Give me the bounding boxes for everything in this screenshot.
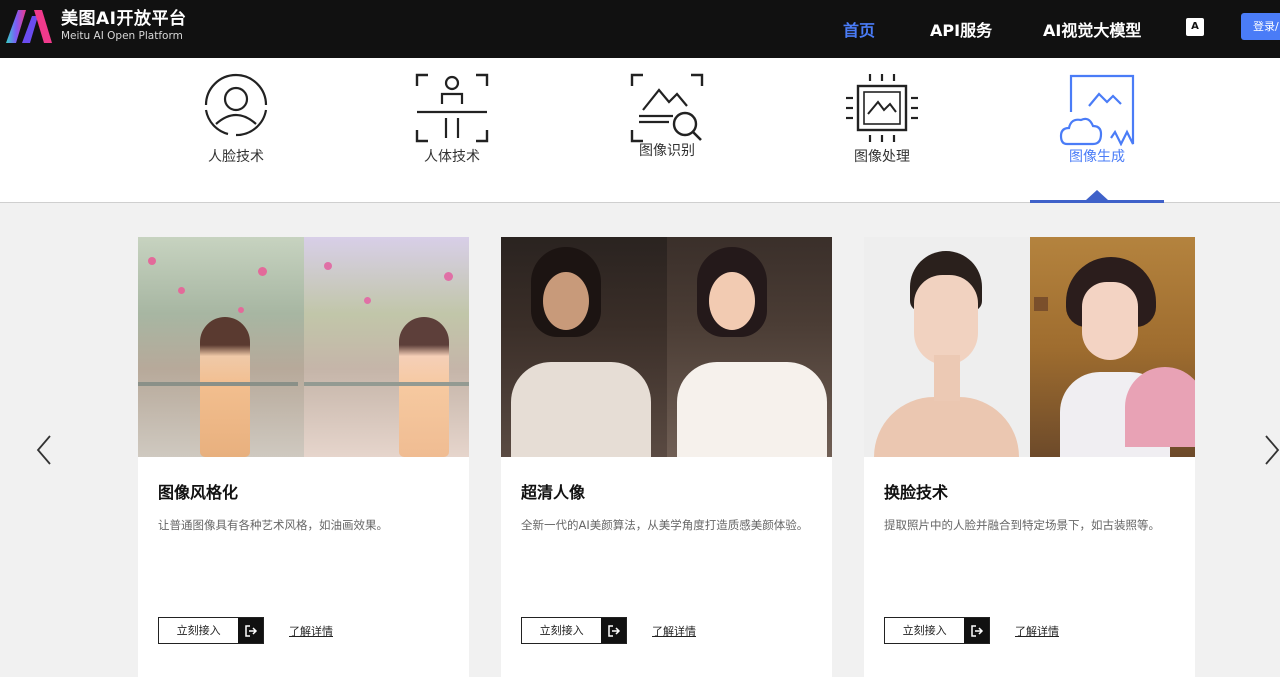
learn-more-link[interactable]: 了解详情 — [289, 623, 333, 639]
card-description: 全新一代的AI美颜算法，从美学角度打造质感美颜体验。 — [521, 518, 809, 532]
card-title: 超清人像 — [521, 483, 586, 502]
card-description: 提取照片中的人脸并融合到特定场景下，如古装照等。 — [884, 518, 1160, 532]
access-now-label: 立刻接入 — [176, 624, 221, 637]
brand-name-cn: 美图AI开放平台 — [61, 9, 187, 29]
category-tabs: 人脸技术 人体技术 图像识别 图像处理 图像生成 — [0, 58, 1280, 203]
body-icon — [415, 73, 489, 143]
card-image — [501, 237, 832, 457]
nav-ai-vision-model[interactable]: AI视觉大模型 — [1043, 0, 1141, 58]
brand-logo[interactable]: 美图AI开放平台 Meitu AI Open Platform — [4, 8, 186, 44]
nav-home[interactable]: 首页 — [843, 0, 875, 58]
image-generation-icon — [1059, 74, 1135, 146]
card-image — [138, 237, 469, 457]
learn-more-link[interactable]: 了解详情 — [652, 623, 696, 639]
meitu-logo-icon — [6, 10, 52, 43]
learn-more-link[interactable]: 了解详情 — [1015, 623, 1059, 639]
active-tab-underline — [1030, 200, 1164, 203]
carousel-next-icon[interactable] — [1262, 432, 1280, 472]
tab-image-processing[interactable]: 图像处理 — [812, 72, 952, 166]
tab-image-generation[interactable]: 图像生成 — [1027, 72, 1167, 166]
access-now-button[interactable]: 立刻接入 — [521, 617, 627, 644]
tab-label: 图像处理 — [854, 149, 910, 165]
brand-name-en: Meitu AI Open Platform — [61, 30, 183, 42]
card-title: 换脸技术 — [884, 483, 949, 502]
image-recognition-icon — [630, 73, 704, 143]
access-now-label: 立刻接入 — [539, 624, 584, 637]
image-processing-icon — [846, 74, 918, 142]
tab-image-recognition[interactable]: 图像识别 — [597, 72, 737, 160]
access-now-label: 立刻接入 — [902, 624, 947, 637]
card-description: 让普通图像具有各种艺术风格，如油画效果。 — [158, 518, 388, 532]
carousel-prev-icon[interactable] — [34, 432, 64, 472]
enter-icon — [964, 618, 989, 643]
access-now-button[interactable]: 立刻接入 — [884, 617, 990, 644]
product-card: 超清人像 全新一代的AI美颜算法，从美学角度打造质感美颜体验。 立刻接入 了解详… — [501, 237, 832, 677]
product-card: 换脸技术 提取照片中的人脸并融合到特定场景下，如古装照等。 立刻接入 了解详情 — [864, 237, 1195, 677]
card-title: 图像风格化 — [158, 483, 239, 502]
card-image — [864, 237, 1195, 457]
tab-face-technology[interactable]: 人脸技术 — [166, 72, 306, 166]
tab-label: 图像识别 — [639, 143, 695, 159]
tab-label: 人体技术 — [424, 149, 480, 165]
face-icon — [204, 73, 268, 137]
top-navbar: 美图AI开放平台 Meitu AI Open Platform 首页 API服务… — [0, 0, 1280, 58]
nav-api-services[interactable]: API服务 — [930, 0, 992, 58]
active-tab-caret — [1086, 190, 1108, 200]
login-button[interactable]: 登录/ — [1241, 13, 1280, 40]
tab-body-technology[interactable]: 人体技术 — [382, 72, 522, 166]
access-now-button[interactable]: 立刻接入 — [158, 617, 264, 644]
product-card: 图像风格化 让普通图像具有各种艺术风格，如油画效果。 立刻接入 了解详情 — [138, 237, 469, 677]
language-toggle-icon[interactable]: A — [1186, 18, 1204, 36]
enter-icon — [601, 618, 626, 643]
tab-label: 图像生成 — [1069, 149, 1125, 165]
enter-icon — [238, 618, 263, 643]
tab-label: 人脸技术 — [208, 149, 264, 165]
